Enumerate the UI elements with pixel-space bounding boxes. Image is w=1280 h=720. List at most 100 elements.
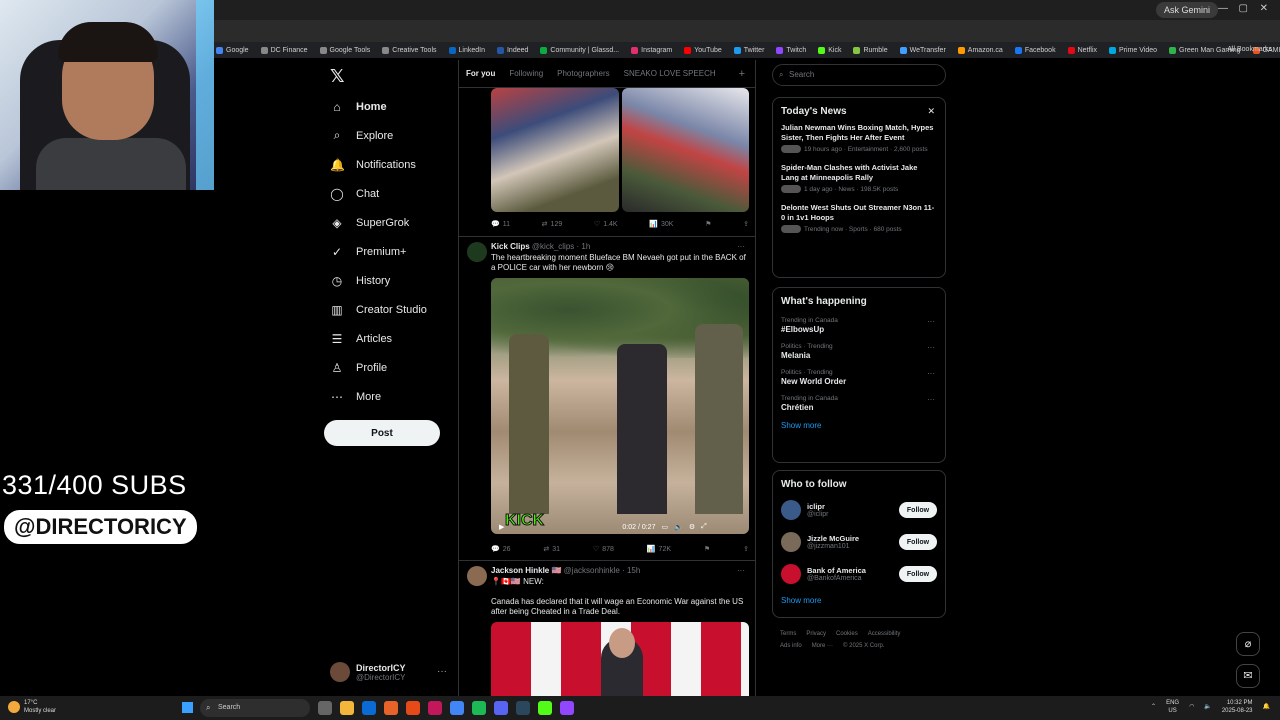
author-name[interactable]: Jackson Hinkle 🇺🇸 [491, 566, 561, 575]
nav-item-profile[interactable]: ♙ Profile [330, 353, 427, 382]
share-icon[interactable]: ⇪ [743, 220, 749, 228]
author-name[interactable]: Kick Clips [491, 242, 530, 251]
play-icon[interactable]: ▶ [499, 523, 504, 531]
nav-item-chat[interactable]: ◯ Chat [330, 179, 427, 208]
follow-suggestion[interactable]: Jizzle McGuire @jizzman101 Follow [781, 532, 937, 552]
bookmark-item[interactable]: Prime Video [1109, 46, 1157, 54]
tweet-image[interactable] [621, 88, 749, 212]
nav-item-home[interactable]: ⌂ Home [330, 92, 427, 121]
steam-icon[interactable] [516, 701, 530, 715]
nav-item-creator-studio[interactable]: ▥ Creator Studio [330, 295, 427, 324]
trend-item[interactable]: Politics · Trending New World Order ··· [781, 369, 937, 386]
like-button[interactable]: ♡ 878 [593, 545, 614, 554]
repost-button[interactable]: ⇄ 31 [543, 545, 560, 554]
bookmark-item[interactable]: Google Tools [319, 46, 370, 54]
trend-item[interactable]: Trending in Canada Chrétien ··· [781, 395, 937, 412]
messages-icon[interactable]: ✉ [1236, 664, 1260, 688]
tweet-video[interactable]: KICK ▶ 0:02 / 0:27 ▭ 🔈 ⚙ ⤢ [491, 278, 749, 534]
reply-button[interactable]: 💬 11 [491, 220, 510, 229]
footer-link[interactable]: More ··· [812, 643, 833, 649]
more-options-icon[interactable]: ··· [927, 369, 935, 378]
footer-link[interactable]: © 2025 X Corp. [843, 643, 884, 649]
avatar[interactable] [467, 242, 487, 262]
kick-icon[interactable] [538, 701, 552, 715]
nav-item-explore[interactable]: ⌕ Explore [330, 121, 427, 150]
windows-start-icon[interactable] [182, 702, 193, 713]
tweet-image[interactable] [491, 88, 619, 212]
nav-item-more[interactable]: ⋯ More [330, 382, 427, 411]
more-options-icon[interactable]: ··· [927, 317, 935, 326]
trend-item[interactable]: Trending in Canada #ElbowsUp ··· [781, 317, 937, 334]
views-button[interactable]: 📊 30K [649, 220, 673, 229]
bookmark-item[interactable]: Twitch [776, 46, 806, 54]
bookmark-item[interactable]: WeTransfer [899, 46, 946, 54]
grok-icon[interactable]: ⌀ [1236, 632, 1260, 656]
bookmark-item[interactable]: YouTube [684, 46, 722, 54]
bookmark-item[interactable]: Facebook [1014, 46, 1056, 54]
avatar[interactable] [467, 566, 487, 586]
chrome-icon[interactable] [450, 701, 464, 715]
tab-0[interactable]: For you [466, 69, 495, 78]
author-handle[interactable]: @jacksonhinkle [564, 566, 620, 575]
discord-icon[interactable] [494, 701, 508, 715]
footer-link[interactable]: Cookies [836, 631, 858, 637]
account-more-icon[interactable]: ··· [437, 666, 447, 677]
follow-suggestion[interactable]: iclipr @iclipr Follow [781, 500, 937, 520]
add-tab-icon[interactable]: + [739, 68, 745, 80]
author-handle[interactable]: @kick_clips [532, 242, 574, 251]
nav-item-premium[interactable]: ✓ Premium+ [330, 237, 427, 266]
bookmark-item[interactable]: DC Finance [260, 46, 308, 54]
bookmark-item[interactable]: Rumble [853, 46, 888, 54]
maximize-icon[interactable]: ▢ [1239, 3, 1248, 14]
file-explorer-icon[interactable] [340, 701, 354, 715]
bookmark-icon[interactable]: ⚑ [705, 220, 711, 228]
captions-icon[interactable]: ▭ [661, 523, 668, 531]
news-item[interactable]: Spider-Man Clashes with Activist Jake La… [781, 163, 937, 193]
brave-icon[interactable] [406, 701, 420, 715]
nav-item-supergrok[interactable]: ◈ SuperGrok [330, 208, 427, 237]
like-button[interactable]: ♡ 1.4K [594, 220, 618, 229]
more-options-icon[interactable]: ··· [737, 242, 745, 251]
footer-link[interactable]: Accessibility [868, 631, 901, 637]
news-item[interactable]: Delonte West Shuts Out Streamer N3on 11-… [781, 203, 937, 233]
nav-item-notifications[interactable]: 🔔 Notifications [330, 150, 427, 179]
avatar[interactable] [781, 532, 801, 552]
more-options-icon[interactable]: ··· [927, 395, 935, 404]
reply-button[interactable]: 💬 26 [491, 545, 511, 554]
wifi-icon[interactable]: ◠ [1189, 703, 1194, 711]
tab-3[interactable]: SNEAKO LOVE SPEECH [624, 69, 716, 78]
follow-button[interactable]: Follow [899, 534, 937, 550]
follow-button[interactable]: Follow [899, 566, 937, 582]
nav-item-history[interactable]: ◷ History [330, 266, 427, 295]
bookmark-item[interactable]: Amazon.ca [957, 46, 1003, 54]
task-view-icon[interactable] [318, 701, 332, 715]
x-logo-icon[interactable]: 𝕏 [330, 66, 345, 87]
show-more-link[interactable]: Show more [781, 596, 937, 605]
tab-2[interactable]: Photographers [557, 69, 609, 78]
bookmark-item[interactable]: Indeed [496, 46, 528, 54]
taskbar-search[interactable]: ⌕ Search [200, 699, 310, 717]
tab-1[interactable]: Following [509, 69, 543, 78]
firefox-icon[interactable] [384, 701, 398, 715]
ask-gemini-button[interactable]: Ask Gemini [1155, 2, 1218, 18]
volume-icon[interactable]: 🔈 [1204, 703, 1211, 711]
avatar[interactable] [781, 564, 801, 584]
bookmark-item[interactable]: Twitter [733, 46, 764, 54]
news-item[interactable]: Julian Newman Wins Boxing Match, Hypes S… [781, 123, 937, 153]
bookmark-icon[interactable]: ⚑ [704, 545, 710, 553]
bookmark-item[interactable]: Netflix [1067, 46, 1097, 54]
app-icon[interactable] [428, 701, 442, 715]
fullscreen-icon[interactable]: ⤢ [701, 523, 707, 531]
more-options-icon[interactable]: ··· [927, 343, 935, 352]
more-options-icon[interactable]: ··· [737, 566, 745, 575]
share-icon[interactable]: ⇪ [743, 545, 749, 553]
bookmark-item[interactable]: LinkedIn [448, 46, 485, 54]
bookmark-item[interactable]: Instagram [631, 46, 672, 54]
edge-icon[interactable] [362, 701, 376, 715]
repost-button[interactable]: ⇄ 129 [542, 220, 563, 229]
tweet-time[interactable]: · 1h [577, 242, 591, 251]
close-icon[interactable]: ✕ [927, 106, 935, 117]
tweet-time[interactable]: · 15h [622, 566, 640, 575]
trend-item[interactable]: Politics · Trending Melania ··· [781, 343, 937, 360]
language-indicator[interactable]: ENG US [1166, 699, 1179, 715]
